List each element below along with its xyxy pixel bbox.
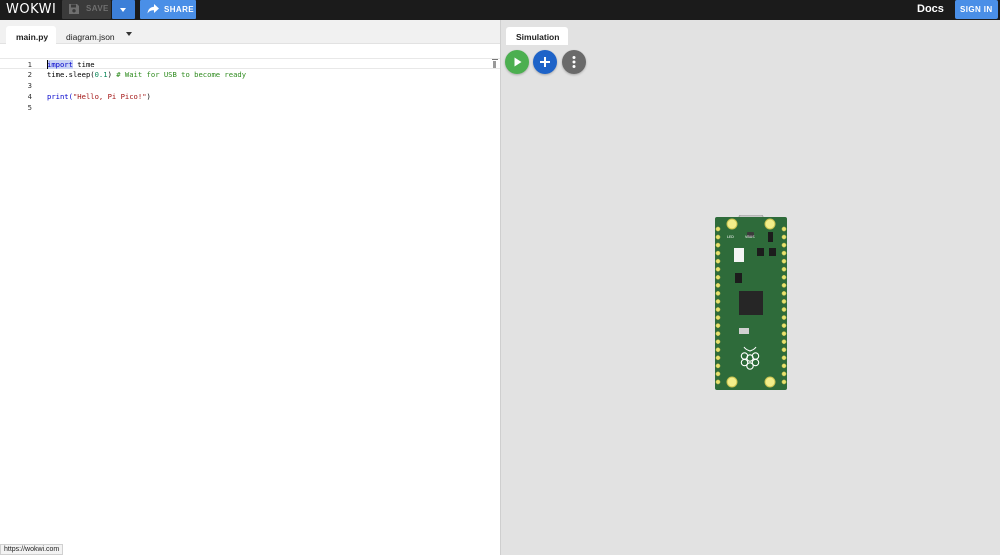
- floppy-disk-icon: [69, 4, 79, 14]
- vertical-dots-icon: [572, 56, 576, 68]
- board-pin[interactable]: [781, 315, 787, 320]
- code-line[interactable]: 5: [0, 102, 500, 113]
- start-simulation-button[interactable]: [505, 50, 529, 74]
- save-button-label: SAVE: [86, 4, 109, 13]
- play-icon: [514, 57, 522, 67]
- board-pin[interactable]: [781, 234, 787, 240]
- paren-token: ): [107, 70, 117, 79]
- board-pin[interactable]: [715, 242, 721, 248]
- code-line[interactable]: 3: [0, 80, 500, 91]
- plus-icon: [540, 57, 550, 67]
- code-line[interactable]: 2 time.sleep(0.1) # Wait for USB to beco…: [0, 69, 500, 80]
- board-label-vbus: VBUS: [745, 235, 755, 239]
- line-number: 4: [27, 92, 32, 101]
- board-pin[interactable]: [781, 339, 787, 345]
- code-editor-pane: main.py diagram.json 1 import time 2 tim…: [0, 20, 500, 555]
- sign-in-button[interactable]: SIGN IN: [955, 0, 998, 19]
- board-pin[interactable]: [715, 371, 721, 377]
- board-pin[interactable]: [715, 315, 721, 320]
- board-pin[interactable]: [781, 299, 787, 304]
- board-pin[interactable]: [715, 266, 721, 272]
- board-pin[interactable]: [715, 258, 721, 264]
- board-label-led: LED: [727, 235, 734, 239]
- board-pin[interactable]: [781, 226, 787, 232]
- board-pin[interactable]: [715, 283, 721, 288]
- chevron-down-icon[interactable]: [126, 32, 132, 36]
- tab-main-py[interactable]: main.py: [6, 26, 56, 44]
- keyword-token: import: [47, 60, 73, 69]
- board-pin[interactable]: [715, 331, 721, 337]
- tab-label: Simulation: [516, 32, 560, 42]
- status-url-tooltip: https://wokwi.com: [0, 544, 64, 555]
- comment-token: # Wait for USB to become ready: [116, 70, 247, 79]
- tab-label: diagram.json: [66, 32, 115, 42]
- docs-link[interactable]: Docs: [917, 3, 944, 15]
- number-token: 0.1: [94, 70, 108, 79]
- tab-simulation[interactable]: Simulation: [506, 27, 568, 45]
- board-pin[interactable]: [715, 274, 721, 280]
- more-options-button[interactable]: [562, 50, 586, 74]
- board-pin[interactable]: [715, 291, 721, 296]
- tab-label: main.py: [16, 32, 49, 42]
- board-pin[interactable]: [781, 250, 787, 256]
- call-token: time.sleep(: [47, 70, 95, 79]
- board-pin[interactable]: [715, 226, 721, 232]
- board-pin[interactable]: [715, 347, 721, 353]
- board-pin[interactable]: [715, 307, 721, 312]
- board-pin[interactable]: [781, 347, 787, 353]
- board-pin[interactable]: [781, 242, 787, 248]
- save-dropdown-button[interactable]: [112, 0, 135, 19]
- board-pin[interactable]: [715, 323, 721, 328]
- share-button-label: SHARE: [164, 5, 195, 14]
- board-pin[interactable]: [715, 234, 721, 240]
- add-part-button[interactable]: [533, 50, 557, 74]
- paren-token: ): [146, 92, 151, 101]
- text-cursor: [47, 60, 48, 69]
- line-number: 2: [27, 70, 32, 79]
- board-pin[interactable]: [715, 339, 721, 345]
- board-pin[interactable]: [715, 363, 721, 369]
- wokwi-logo[interactable]: WOKWI: [6, 1, 56, 18]
- board-pin[interactable]: [781, 291, 787, 296]
- code-line[interactable]: 1 import time: [0, 58, 500, 69]
- board-pin[interactable]: [781, 371, 787, 377]
- simulation-pane: Simulation LED VBUS: [501, 20, 1000, 555]
- board-pin[interactable]: [781, 355, 787, 361]
- share-arrow-icon: [147, 4, 159, 14]
- board-pin[interactable]: [781, 363, 787, 369]
- code-line[interactable]: 4 print("Hello, Pi Pico!"): [0, 91, 500, 102]
- function-token: print(: [47, 92, 73, 101]
- share-button[interactable]: SHARE: [140, 0, 196, 19]
- board-pin[interactable]: [781, 274, 787, 280]
- editor-tab-bar: main.py diagram.json: [0, 20, 500, 44]
- board-pin[interactable]: [781, 307, 787, 312]
- board-pin[interactable]: [781, 283, 787, 288]
- board-pin[interactable]: [781, 379, 787, 385]
- code-text[interactable]: time.sleep(0.1) # Wait for USB to become…: [47, 69, 246, 80]
- board-pin[interactable]: [781, 266, 787, 272]
- board-pin[interactable]: [715, 250, 721, 256]
- board-pin[interactable]: [715, 299, 721, 304]
- board-pin[interactable]: [715, 355, 721, 361]
- chevron-down-icon: [120, 8, 126, 12]
- board-pin[interactable]: [781, 323, 787, 328]
- code-text[interactable]: print("Hello, Pi Pico!"): [47, 91, 151, 102]
- top-bar: WOKWI SAVE SHARE Docs SIGN IN: [0, 0, 1000, 20]
- minimap-scroll-indicator[interactable]: [492, 59, 498, 68]
- save-button[interactable]: SAVE: [62, 0, 111, 19]
- line-number: 3: [27, 81, 32, 90]
- line-number: 5: [27, 103, 32, 112]
- string-token: "Hello, Pi Pico!": [72, 92, 147, 101]
- board-pin[interactable]: [781, 258, 787, 264]
- identifier-token: time: [72, 60, 95, 69]
- raspberry-pi-pico-board[interactable]: LED VBUS: [715, 215, 787, 390]
- board-pin[interactable]: [781, 331, 787, 337]
- code-area[interactable]: 1 import time 2 time.sleep(0.1) # Wait f…: [0, 44, 500, 555]
- board-pin[interactable]: [715, 379, 721, 385]
- sign-in-button-label: SIGN IN: [960, 5, 993, 14]
